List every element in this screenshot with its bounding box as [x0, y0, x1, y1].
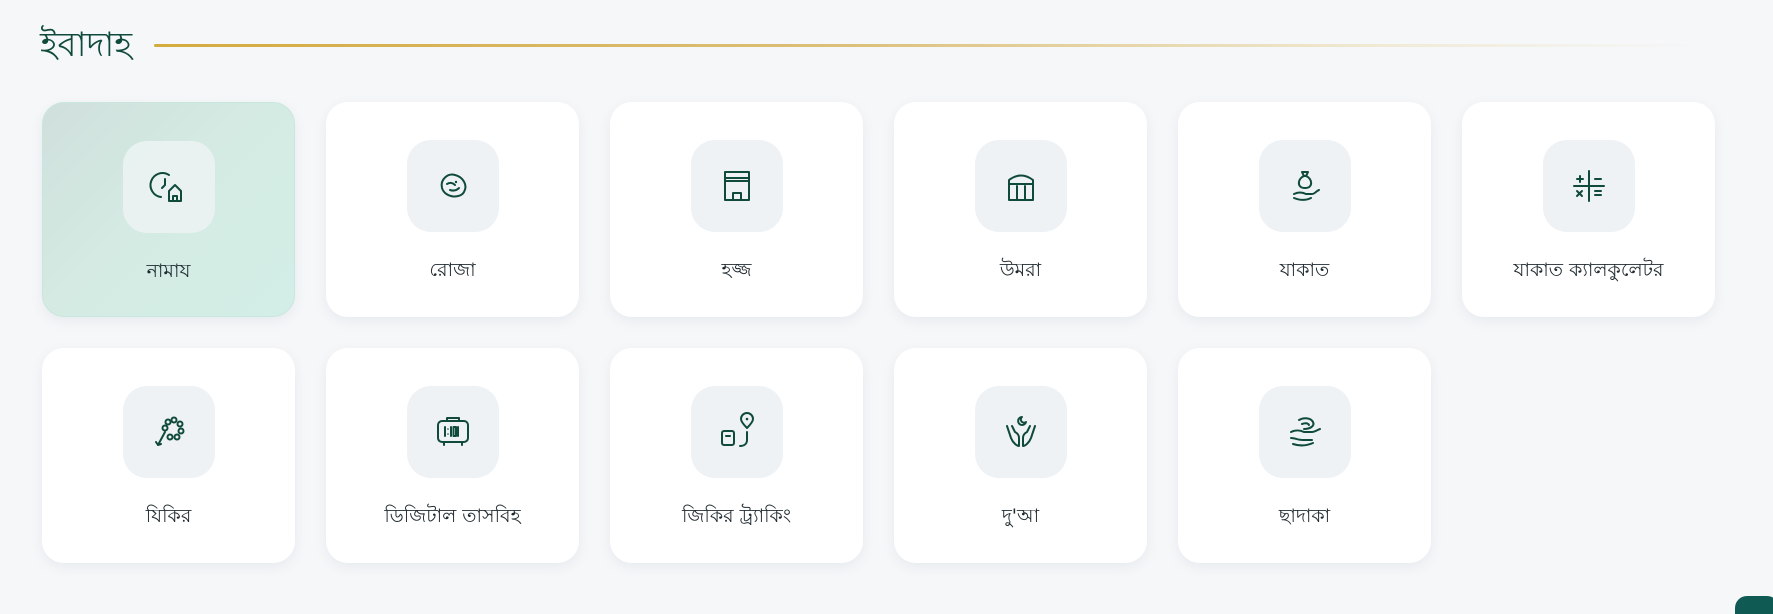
tasbih-beads-icon [154, 416, 184, 446]
ibadah-grid: নামায রোজা হজ্জ উমরা যাকাত যাকাত ক্যালকু… [42, 102, 1715, 563]
card-sadaqah[interactable]: ছাদাকা [1178, 348, 1431, 563]
charity-hand-icon [1289, 417, 1321, 447]
icon-tile [406, 140, 499, 232]
card-label: রোজা [429, 259, 476, 281]
section-title: ইবাদাহ [40, 25, 133, 65]
card-zikir-tracking[interactable]: জিকির ট্র্যাকিং [610, 348, 863, 563]
icon-tile [1258, 386, 1351, 478]
card-zakat[interactable]: যাকাত [1178, 102, 1431, 317]
title-divider [154, 43, 1700, 47]
praying-hands-icon [1005, 416, 1036, 447]
tracking-pin-icon [720, 412, 754, 447]
prayer-clock-mosque-icon [149, 172, 182, 202]
kaaba-dome-icon [1007, 174, 1034, 201]
card-label: উমরা [999, 259, 1042, 281]
calculator-icon [1572, 170, 1605, 202]
icon-tile [122, 141, 215, 233]
card-label: যিকির [145, 505, 192, 527]
card-roza[interactable]: রোজা [326, 102, 579, 317]
section-header: ইবাদাহ [40, 18, 1700, 72]
card-zakat-calculator[interactable]: যাকাত ক্যালকুলেটর [1462, 102, 1715, 317]
card-label: যাকাত ক্যালকুলেটর [1513, 259, 1664, 281]
kaaba-icon [723, 171, 750, 201]
hand-money-bag-icon [1292, 171, 1320, 201]
card-label: ছাদাকা [1278, 505, 1331, 527]
card-umrah[interactable]: উমরা [894, 102, 1147, 317]
card-label: হজ্জ [721, 259, 752, 281]
icon-tile [406, 386, 499, 478]
card-label: জিকির ট্র্যাকিং [681, 505, 792, 527]
icon-tile [690, 386, 783, 478]
card-label: নামায [146, 260, 191, 282]
card-dua[interactable]: দু'আ [894, 348, 1147, 563]
card-label: যাকাত [1279, 259, 1330, 281]
card-namaz[interactable]: নামায [42, 102, 295, 317]
icon-tile [1258, 140, 1351, 232]
card-label: দু'আ [1001, 505, 1040, 527]
card-label: ডিজিটাল তাসবিহ [384, 505, 521, 527]
icon-tile [1542, 140, 1635, 232]
card-hajj[interactable]: হজ্জ [610, 102, 863, 317]
date-fruit-icon [440, 173, 466, 198]
icon-tile [974, 140, 1067, 232]
floating-button-edge[interactable] [1735, 596, 1773, 614]
card-digital-tasbih[interactable]: ডিজিটাল তাসবিহ [326, 348, 579, 563]
icon-tile [690, 140, 783, 232]
card-zikir[interactable]: যিকির [42, 348, 295, 563]
icon-tile [122, 386, 215, 478]
digital-counter-icon [436, 417, 469, 446]
icon-tile [974, 386, 1067, 478]
